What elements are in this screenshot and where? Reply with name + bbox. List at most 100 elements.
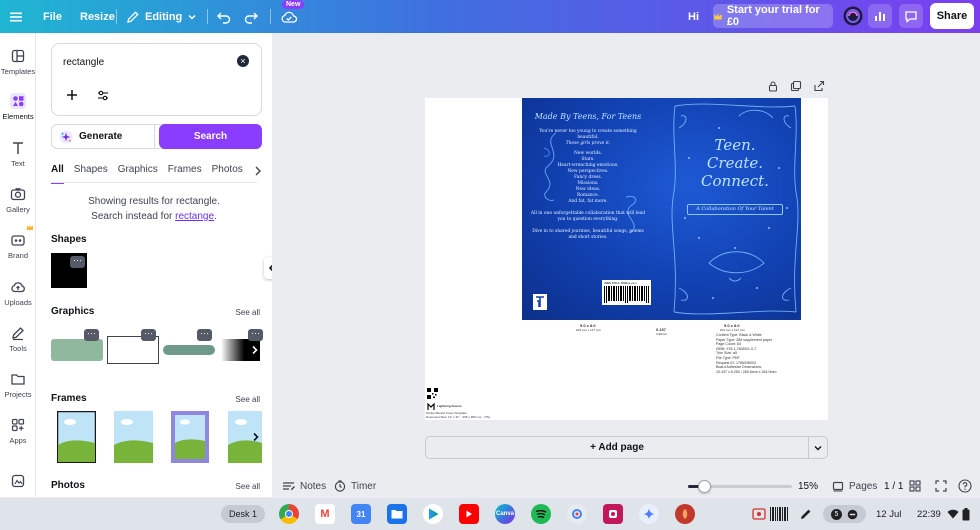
divider — [207, 9, 208, 24]
rail-uploads[interactable]: Uploads — [0, 279, 36, 307]
share-button[interactable]: Share — [930, 3, 974, 29]
frames-see-all-link[interactable]: See all — [236, 395, 260, 404]
gmail-icon[interactable]: M — [315, 504, 335, 524]
add-page-options-button[interactable] — [808, 436, 828, 459]
profile-app-icon[interactable] — [675, 504, 695, 524]
search-box[interactable]: rectangle × — [51, 43, 262, 116]
upload-cloud-icon — [11, 282, 25, 293]
tab-shapes[interactable]: Shapes — [74, 164, 108, 184]
rail-templates[interactable]: Templates — [0, 48, 36, 76]
title-line: Connect. — [701, 172, 769, 190]
pages-button[interactable]: Pages — [832, 474, 877, 498]
book-cover-design[interactable]: Made By Teens, For Teens You're never to… — [522, 98, 801, 320]
barcode-scanner-icon[interactable] — [770, 498, 788, 530]
tab-photos[interactable]: Photos — [212, 164, 243, 184]
menu-icon[interactable] — [8, 0, 24, 33]
photos-see-all-link[interactable]: See all — [236, 482, 260, 491]
timer-button[interactable]: Timer — [334, 474, 376, 498]
resize-menu[interactable]: Resize — [80, 0, 115, 33]
lock-icon[interactable] — [767, 80, 779, 92]
plus-icon[interactable] — [66, 89, 78, 101]
graphics-next-arrow[interactable] — [248, 343, 262, 357]
brand-icon — [11, 235, 25, 246]
zoom-level[interactable]: 15% — [798, 474, 818, 498]
filter-sliders-icon[interactable] — [97, 90, 109, 101]
duplicate-page-icon[interactable] — [790, 80, 802, 92]
clock-time[interactable]: 22:39 — [917, 498, 941, 530]
more-options-icon[interactable]: ··· — [141, 329, 156, 341]
editing-mode-button[interactable]: Editing — [126, 0, 197, 33]
battery-icon[interactable] — [962, 498, 970, 530]
screen-capture-icon[interactable] — [752, 498, 766, 530]
timer-label: Timer — [351, 480, 377, 492]
notes-button[interactable]: Notes — [282, 474, 326, 498]
page-count[interactable]: 1 / 1 — [884, 474, 903, 498]
frames-next-arrow[interactable] — [249, 430, 263, 444]
tab-frames[interactable]: Frames — [168, 164, 202, 184]
play-store-icon[interactable] — [423, 504, 443, 524]
comment-icon[interactable] — [899, 4, 923, 28]
desk-switcher[interactable]: Desk 1 — [221, 505, 265, 523]
rail-gallery[interactable]: Gallery — [0, 186, 36, 214]
frame-landscape-dark-border[interactable] — [57, 411, 96, 463]
avatar[interactable] — [841, 4, 865, 28]
start-trial-button[interactable]: Start your trial for £0 — [713, 4, 833, 28]
rail-tools[interactable]: Tools — [0, 325, 36, 353]
media-app-icon[interactable] — [603, 504, 623, 524]
frame-landscape-purple-brush[interactable] — [170, 410, 210, 464]
divider — [270, 9, 271, 24]
tabs-divider — [51, 182, 257, 183]
divider — [116, 9, 117, 24]
rail-projects[interactable]: Projects — [0, 371, 36, 399]
rail-apps[interactable]: Apps — [0, 417, 36, 445]
notes-label: Notes — [300, 480, 327, 492]
chrome-icon[interactable] — [279, 504, 299, 524]
elements-panel: rectangle × Generate Search All Shapes G… — [36, 33, 272, 497]
canva-icon[interactable]: Canva — [495, 504, 515, 524]
rail-more[interactable] — [0, 473, 36, 492]
search-button[interactable]: Search — [159, 124, 262, 149]
clear-search-icon[interactable]: × — [237, 55, 249, 67]
graphic-green-rectangle[interactable] — [51, 339, 103, 361]
share-page-icon[interactable] — [813, 80, 825, 92]
more-options-icon[interactable]: ··· — [197, 329, 212, 341]
gemini-icon[interactable] — [639, 504, 659, 524]
rail-brand[interactable]: Brand — [0, 224, 36, 260]
files-icon[interactable] — [387, 504, 407, 524]
chevron-right-icon[interactable] — [253, 165, 263, 177]
file-menu[interactable]: File — [43, 0, 62, 33]
notification-tray[interactable]: 5 — [823, 505, 866, 523]
calendar-icon[interactable]: 31 — [351, 504, 371, 524]
redo-icon[interactable] — [243, 0, 259, 33]
rail-text[interactable]: Text — [0, 140, 36, 168]
new-badge: New — [282, 0, 305, 9]
add-page-button[interactable]: + Add page — [425, 436, 809, 459]
more-options-icon[interactable]: ··· — [248, 329, 263, 341]
date[interactable]: 12 Jul — [876, 498, 901, 530]
spotify-icon[interactable] — [531, 504, 551, 524]
graphics-see-all-link[interactable]: See all — [236, 308, 260, 317]
insights-chart-icon[interactable] — [868, 4, 892, 28]
zoom-slider[interactable] — [688, 480, 792, 493]
undo-icon[interactable] — [216, 0, 232, 33]
rail-elements[interactable]: Elements — [0, 93, 36, 121]
generate-button[interactable]: Generate — [51, 124, 155, 149]
graphic-teal-pill[interactable] — [163, 345, 215, 355]
wifi-icon[interactable] — [947, 498, 959, 530]
tab-graphics[interactable]: Graphics — [118, 164, 158, 184]
search-instead-link[interactable]: rectange — [175, 211, 214, 222]
more-options-icon[interactable]: ··· — [70, 256, 85, 268]
assistant-lens-icon[interactable] — [567, 504, 587, 524]
more-options-icon[interactable]: ··· — [84, 329, 99, 341]
shape-rectangle-thumb[interactable]: ··· — [51, 253, 87, 288]
frame-landscape-plain[interactable] — [114, 411, 153, 463]
zoom-slider-handle[interactable] — [697, 480, 711, 493]
search-input[interactable]: rectangle — [63, 57, 104, 68]
stylus-pen-icon[interactable] — [800, 498, 812, 530]
fullscreen-icon[interactable] — [935, 474, 947, 498]
help-icon[interactable] — [958, 474, 972, 498]
tab-all[interactable]: All — [51, 164, 64, 184]
back-cover-blurb: You're never too young to create somethi… — [530, 129, 646, 241]
grid-view-icon[interactable] — [909, 474, 921, 498]
youtube-icon[interactable] — [459, 504, 479, 524]
